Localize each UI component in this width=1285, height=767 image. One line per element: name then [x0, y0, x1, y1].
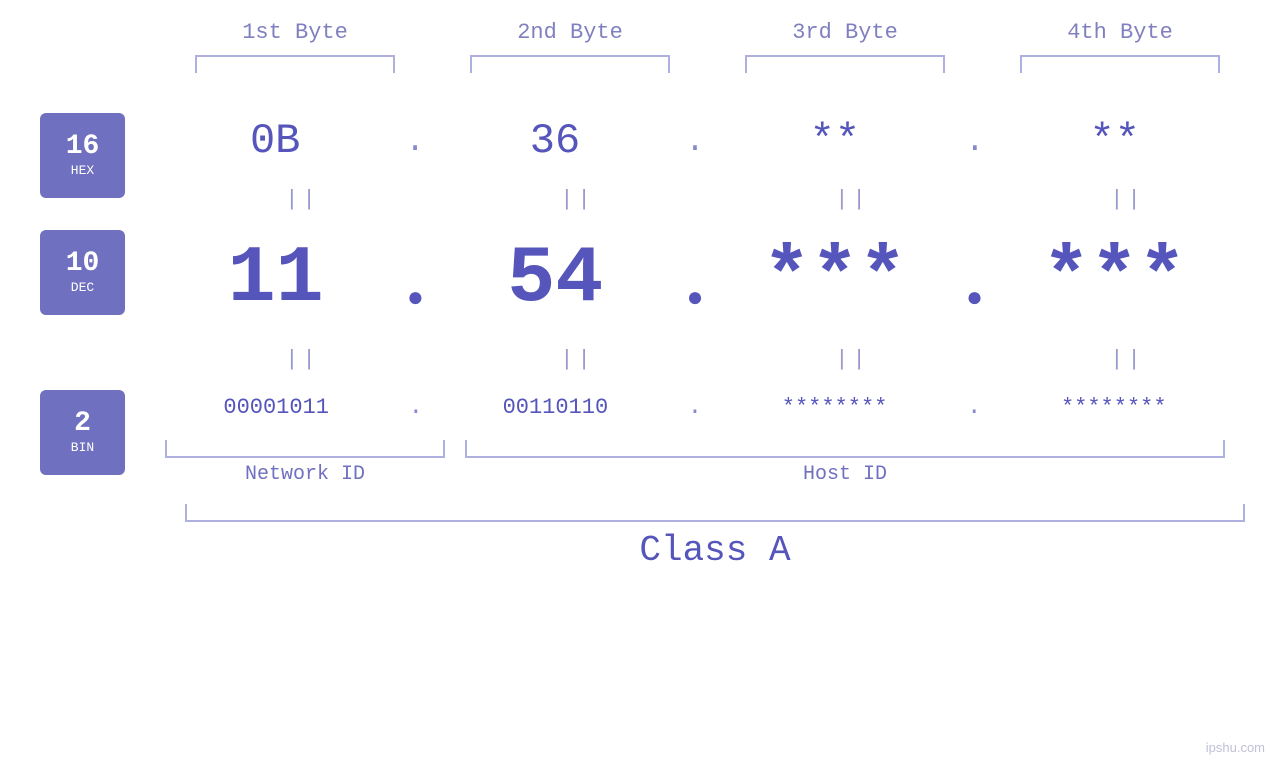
- dec-num: 10: [66, 250, 100, 278]
- full-bottom-bracket: [185, 504, 1245, 522]
- dec-row-wrapper: 10 DEC 11 ● 54 ● *** ● ***: [0, 220, 1285, 339]
- bin-cell-1: 00001011: [156, 395, 396, 420]
- bin-cell-3: ********: [715, 395, 955, 420]
- class-label: Class A: [185, 530, 1245, 571]
- dot-bin-1: .: [409, 394, 423, 421]
- bracket-byte4: [1020, 55, 1220, 73]
- dec-val-3: ***: [763, 234, 907, 325]
- header-byte4: 4th Byte: [1000, 20, 1240, 45]
- top-brackets: [158, 55, 1258, 73]
- header-byte3: 3rd Byte: [725, 20, 965, 45]
- equals-row-2: || || || ||: [165, 339, 1265, 380]
- dot-bin-2: .: [688, 394, 702, 421]
- dec-data-row: 11 ● 54 ● *** ● ***: [145, 220, 1245, 339]
- network-bracket: [165, 440, 445, 458]
- eq1-2: ||: [458, 187, 698, 212]
- dec-cell-3: ***: [715, 234, 955, 325]
- eq2-2: ||: [458, 347, 698, 372]
- hex-cell-2: 36: [435, 117, 675, 165]
- host-id-label: Host ID: [465, 463, 1225, 486]
- watermark: ipshu.com: [1206, 740, 1265, 755]
- byte-headers: 1st Byte 2nd Byte 3rd Byte 4th Byte: [158, 20, 1258, 45]
- dec-base: DEC: [71, 280, 94, 295]
- dec-val-4: ***: [1042, 234, 1186, 325]
- eq2-1: ||: [183, 347, 423, 372]
- dec-cell-4: ***: [994, 234, 1234, 325]
- equals-row-1: || || || ||: [165, 179, 1265, 220]
- eq1-1: ||: [183, 187, 423, 212]
- hex-num: 16: [66, 133, 100, 161]
- eq2-4: ||: [1008, 347, 1248, 372]
- bracket-byte3: [745, 55, 945, 73]
- hex-base: HEX: [71, 163, 94, 178]
- dot-dec-3: ●: [966, 284, 983, 315]
- bin-cell-4: ********: [994, 395, 1234, 420]
- bin-val-2: 00110110: [503, 395, 609, 420]
- hex-row-wrapper: 16 HEX 0B . 36 . ** . **: [0, 103, 1285, 179]
- dec-cell-1: 11: [156, 234, 396, 325]
- hex-cell-3: **: [715, 117, 955, 165]
- hex-val-4: **: [1090, 117, 1140, 165]
- eq2-3: ||: [733, 347, 973, 372]
- header-byte2: 2nd Byte: [450, 20, 690, 45]
- dot-hex-2: .: [685, 123, 704, 160]
- dot-hex-3: .: [965, 123, 984, 160]
- bracket-byte1: [195, 55, 395, 73]
- bracket-byte2: [470, 55, 670, 73]
- hex-cell-4: **: [995, 117, 1235, 165]
- dot-dec-2: ●: [687, 284, 704, 315]
- dot-bin-3: .: [967, 394, 981, 421]
- dec-label-box: 10 DEC: [40, 230, 125, 315]
- host-bracket: [465, 440, 1225, 458]
- bin-row-wrapper: 2 BIN 00001011 . 00110110 . ******** . *…: [0, 380, 1285, 435]
- hex-data-row: 0B . 36 . ** . **: [145, 103, 1245, 179]
- bin-data-row: 00001011 . 00110110 . ******** . *******…: [145, 380, 1245, 435]
- hex-cell-1: 0B: [155, 117, 395, 165]
- bin-base: BIN: [71, 440, 94, 455]
- bin-val-3: ********: [782, 395, 888, 420]
- hex-val-3: **: [810, 117, 860, 165]
- bin-cell-2: 00110110: [435, 395, 675, 420]
- bottom-brackets: [165, 440, 1265, 458]
- id-labels: Network ID Host ID: [165, 463, 1265, 486]
- hex-val-1: 0B: [250, 117, 300, 165]
- eq1-4: ||: [1008, 187, 1248, 212]
- bin-num: 2: [74, 410, 91, 438]
- dec-val-1: 11: [228, 234, 324, 325]
- dec-val-2: 54: [507, 234, 603, 325]
- main-container: 1st Byte 2nd Byte 3rd Byte 4th Byte 16 H…: [0, 0, 1285, 767]
- dec-cell-2: 54: [435, 234, 675, 325]
- bin-val-1: 00001011: [223, 395, 329, 420]
- dot-dec-1: ●: [407, 284, 424, 315]
- bin-label-box: 2 BIN: [40, 390, 125, 475]
- hex-val-2: 36: [530, 117, 580, 165]
- network-id-label: Network ID: [165, 463, 445, 486]
- eq1-3: ||: [733, 187, 973, 212]
- header-byte1: 1st Byte: [175, 20, 415, 45]
- hex-label-box: 16 HEX: [40, 113, 125, 198]
- dot-hex-1: .: [405, 123, 424, 160]
- bin-val-4: ********: [1061, 395, 1167, 420]
